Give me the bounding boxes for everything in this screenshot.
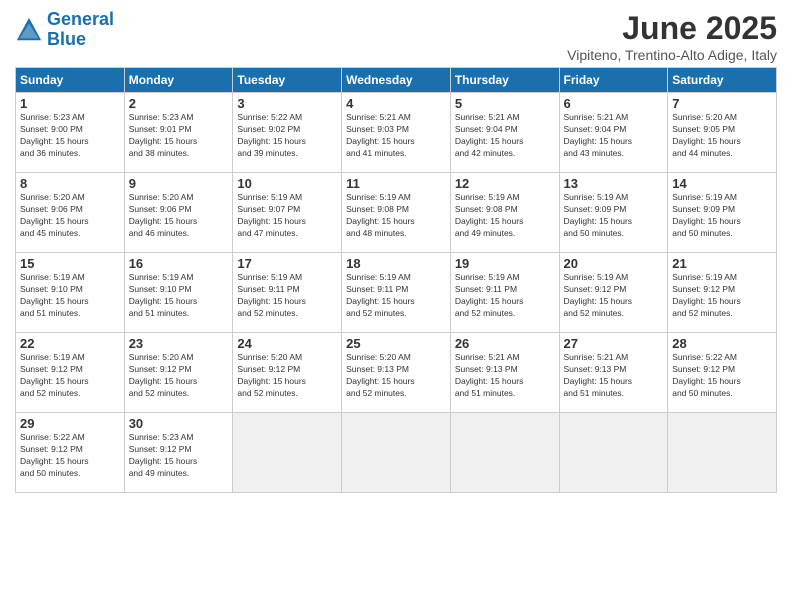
- calendar-day-24: 24Sunrise: 5:20 AMSunset: 9:12 PMDayligh…: [233, 333, 342, 413]
- col-saturday: Saturday: [668, 68, 777, 93]
- calendar-day-empty: [559, 413, 668, 493]
- title-block: June 2025 Vipiteno, Trentino-Alto Adige,…: [567, 10, 777, 63]
- calendar-day-17: 17Sunrise: 5:19 AMSunset: 9:11 PMDayligh…: [233, 253, 342, 333]
- logo-line2: Blue: [47, 29, 86, 49]
- calendar-day-18: 18Sunrise: 5:19 AMSunset: 9:11 PMDayligh…: [342, 253, 451, 333]
- col-thursday: Thursday: [450, 68, 559, 93]
- calendar-header-row: Sunday Monday Tuesday Wednesday Thursday…: [16, 68, 777, 93]
- calendar-day-1: 1Sunrise: 5:23 AMSunset: 9:00 PMDaylight…: [16, 93, 125, 173]
- calendar-day-4: 4Sunrise: 5:21 AMSunset: 9:03 PMDaylight…: [342, 93, 451, 173]
- col-friday: Friday: [559, 68, 668, 93]
- header: General Blue June 2025 Vipiteno, Trentin…: [15, 10, 777, 63]
- col-tuesday: Tuesday: [233, 68, 342, 93]
- calendar-table: Sunday Monday Tuesday Wednesday Thursday…: [15, 67, 777, 493]
- col-wednesday: Wednesday: [342, 68, 451, 93]
- calendar-day-9: 9Sunrise: 5:20 AMSunset: 9:06 PMDaylight…: [124, 173, 233, 253]
- calendar-day-11: 11Sunrise: 5:19 AMSunset: 9:08 PMDayligh…: [342, 173, 451, 253]
- calendar-day-2: 2Sunrise: 5:23 AMSunset: 9:01 PMDaylight…: [124, 93, 233, 173]
- calendar-day-7: 7Sunrise: 5:20 AMSunset: 9:05 PMDaylight…: [668, 93, 777, 173]
- calendar-day-8: 8Sunrise: 5:20 AMSunset: 9:06 PMDaylight…: [16, 173, 125, 253]
- calendar-day-14: 14Sunrise: 5:19 AMSunset: 9:09 PMDayligh…: [668, 173, 777, 253]
- calendar-day-15: 15Sunrise: 5:19 AMSunset: 9:10 PMDayligh…: [16, 253, 125, 333]
- calendar-day-empty: [450, 413, 559, 493]
- calendar-container: General Blue June 2025 Vipiteno, Trentin…: [0, 0, 792, 503]
- logo-line1: General: [47, 9, 114, 29]
- calendar-day-empty: [233, 413, 342, 493]
- calendar-day-29: 29Sunrise: 5:22 AMSunset: 9:12 PMDayligh…: [16, 413, 125, 493]
- calendar-day-19: 19Sunrise: 5:19 AMSunset: 9:11 PMDayligh…: [450, 253, 559, 333]
- calendar-day-5: 5Sunrise: 5:21 AMSunset: 9:04 PMDaylight…: [450, 93, 559, 173]
- month-title: June 2025: [567, 10, 777, 47]
- col-sunday: Sunday: [16, 68, 125, 93]
- logo-text: General Blue: [47, 10, 114, 50]
- col-monday: Monday: [124, 68, 233, 93]
- calendar-day-16: 16Sunrise: 5:19 AMSunset: 9:10 PMDayligh…: [124, 253, 233, 333]
- calendar-day-12: 12Sunrise: 5:19 AMSunset: 9:08 PMDayligh…: [450, 173, 559, 253]
- calendar-day-23: 23Sunrise: 5:20 AMSunset: 9:12 PMDayligh…: [124, 333, 233, 413]
- calendar-day-empty: [668, 413, 777, 493]
- calendar-day-10: 10Sunrise: 5:19 AMSunset: 9:07 PMDayligh…: [233, 173, 342, 253]
- calendar-day-25: 25Sunrise: 5:20 AMSunset: 9:13 PMDayligh…: [342, 333, 451, 413]
- logo-icon: [15, 16, 43, 44]
- calendar-day-13: 13Sunrise: 5:19 AMSunset: 9:09 PMDayligh…: [559, 173, 668, 253]
- logo: General Blue: [15, 10, 114, 50]
- calendar-day-20: 20Sunrise: 5:19 AMSunset: 9:12 PMDayligh…: [559, 253, 668, 333]
- calendar-day-21: 21Sunrise: 5:19 AMSunset: 9:12 PMDayligh…: [668, 253, 777, 333]
- subtitle: Vipiteno, Trentino-Alto Adige, Italy: [567, 47, 777, 63]
- calendar-day-3: 3Sunrise: 5:22 AMSunset: 9:02 PMDaylight…: [233, 93, 342, 173]
- calendar-day-30: 30Sunrise: 5:23 AMSunset: 9:12 PMDayligh…: [124, 413, 233, 493]
- calendar-day-28: 28Sunrise: 5:22 AMSunset: 9:12 PMDayligh…: [668, 333, 777, 413]
- calendar-day-27: 27Sunrise: 5:21 AMSunset: 9:13 PMDayligh…: [559, 333, 668, 413]
- calendar-day-22: 22Sunrise: 5:19 AMSunset: 9:12 PMDayligh…: [16, 333, 125, 413]
- calendar-day-empty: [342, 413, 451, 493]
- calendar-day-26: 26Sunrise: 5:21 AMSunset: 9:13 PMDayligh…: [450, 333, 559, 413]
- calendar-day-6: 6Sunrise: 5:21 AMSunset: 9:04 PMDaylight…: [559, 93, 668, 173]
